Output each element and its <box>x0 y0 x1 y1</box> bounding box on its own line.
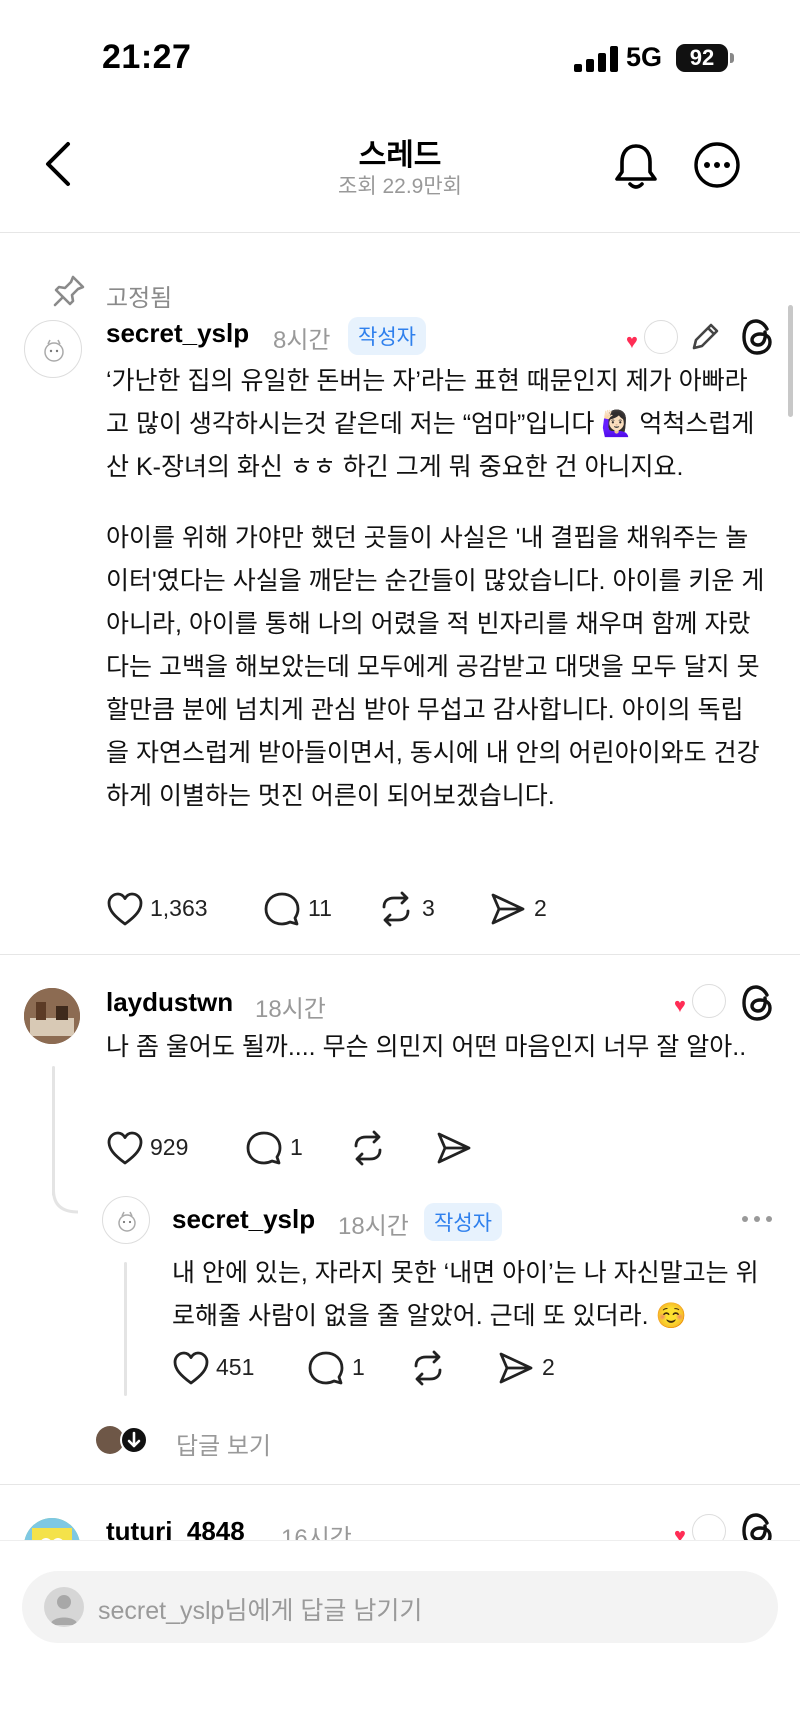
threads-logo-icon[interactable] <box>740 318 776 356</box>
avatar[interactable] <box>24 988 80 1044</box>
post-time: 8시간 <box>273 327 331 354</box>
like-count: 451 <box>216 1354 255 1380</box>
notification-button[interactable] <box>612 140 660 192</box>
post-username[interactable]: secret_yslp <box>106 318 249 349</box>
signal-icon <box>574 46 624 72</box>
comment-icon <box>246 1131 282 1165</box>
heart-outline-icon <box>173 1351 209 1385</box>
author-liked-badge: ♥ <box>674 984 732 1020</box>
reply-time: 18시간 <box>338 1213 409 1240</box>
heart-outline-icon <box>107 1131 143 1165</box>
arrow-down-icon <box>120 1426 148 1454</box>
avatar-illustration <box>44 339 64 362</box>
view-replies-label: 답글 보기 <box>176 1433 271 1460</box>
header-divider <box>0 232 800 233</box>
bell-icon <box>615 144 657 189</box>
send-icon <box>499 1352 533 1384</box>
repost-button[interactable] <box>350 1128 390 1168</box>
view-replies-button[interactable]: 답글 보기 <box>96 1424 296 1460</box>
comment-button[interactable]: 1 <box>246 1128 316 1168</box>
share-button[interactable]: 2 <box>498 1348 568 1388</box>
edit-pencil-icon[interactable] <box>688 320 722 354</box>
more-dots-icon[interactable] <box>740 1214 774 1224</box>
post-paragraph-2: 아이를 위해 가야만 했던 곳들이 사실은 '내 결핍을 채워주는 놀이터'였다… <box>106 524 765 810</box>
author-badge: 작성자 <box>348 317 426 355</box>
reply-input[interactable]: secret_yslp님에게 답글 남기기 <box>22 1571 778 1643</box>
like-count: 1,363 <box>150 895 208 921</box>
page-title: 스레드 <box>358 139 442 172</box>
avatar[interactable] <box>102 1196 150 1244</box>
battery-icon: 92 <box>676 44 728 72</box>
status-time: 21:27 <box>102 38 192 76</box>
reply-body: 내 안에 있는, 자라지 못한 ‘내면 아이’는 나 자신말고는 위로해줄 사람… <box>172 1259 759 1330</box>
user-avatar-icon <box>44 1587 84 1627</box>
heart-icon: ♥ <box>626 331 638 353</box>
view-count: 조회 22.9만회 <box>338 175 462 198</box>
threads-logo-icon[interactable] <box>740 984 776 1022</box>
share-count: 2 <box>542 1354 555 1380</box>
repost-button[interactable]: 3 <box>378 889 448 929</box>
share-button[interactable]: 2 <box>490 889 560 929</box>
comment-actions: 929 1 <box>106 1128 486 1168</box>
comment-username[interactable]: laydustwn <box>106 987 233 1018</box>
author-liked-badge: ♥ <box>626 320 684 356</box>
scrollbar[interactable] <box>788 305 793 417</box>
heart-icon: ♥ <box>674 995 686 1017</box>
comment-icon <box>308 1351 344 1385</box>
like-button[interactable]: 451 <box>172 1348 272 1388</box>
battery-tip <box>730 53 734 63</box>
avatar-photo <box>24 988 80 1044</box>
mini-avatar <box>692 984 726 1018</box>
reply-actions: 451 1 2 <box>172 1348 572 1388</box>
post-body: ‘가난한 집의 유일한 돈버는 자’라는 표현 때문인지 제가 아빠라고 많이 … <box>106 360 766 846</box>
repost-icon <box>354 1130 382 1166</box>
repost-button[interactable] <box>410 1348 450 1388</box>
comment-divider <box>0 1484 800 1485</box>
thread-line <box>124 1262 127 1396</box>
reply-username[interactable]: secret_yslp <box>172 1204 315 1235</box>
repost-icon <box>414 1350 442 1386</box>
comment-count: 1 <box>290 1134 303 1160</box>
like-count: 929 <box>150 1134 189 1160</box>
comment-button[interactable]: 1 <box>308 1348 378 1388</box>
thread-curve <box>52 1190 79 1214</box>
post-paragraph-1: ‘가난한 집의 유일한 돈버는 자’라는 표현 때문인지 제가 아빠라고 많이 … <box>106 367 755 481</box>
comment-time: 18시간 <box>255 996 326 1023</box>
share-button[interactable] <box>436 1128 476 1168</box>
comment-icon <box>264 892 300 926</box>
pinned-label: 고정됨 <box>106 285 173 312</box>
post-actions: 1,363 11 3 2 <box>106 889 606 929</box>
avatar-illustration <box>118 1211 136 1232</box>
pin-icon <box>53 275 85 307</box>
like-button[interactable]: 929 <box>106 1128 206 1168</box>
comment-body: 나 좀 울어도 될까.... 무슨 의민지 어떤 마음인지 너무 잘 알아.. <box>106 1033 747 1061</box>
repost-count: 3 <box>422 895 435 921</box>
heart-outline-icon <box>107 892 143 926</box>
network-label: 5G <box>626 42 663 72</box>
comment-count: 1 <box>352 1354 365 1380</box>
author-badge: 작성자 <box>424 1203 502 1241</box>
comment-count: 11 <box>308 895 332 921</box>
repost-icon <box>382 891 410 927</box>
send-icon <box>437 1132 471 1164</box>
share-count: 2 <box>534 895 547 921</box>
more-options-button[interactable] <box>692 140 742 190</box>
avatar[interactable] <box>24 320 82 378</box>
send-icon <box>491 893 525 925</box>
mini-avatar <box>644 320 678 354</box>
like-button[interactable]: 1,363 <box>106 889 216 929</box>
status-bar: 21:27 5G 92 <box>0 0 800 110</box>
thread-line <box>52 1066 55 1196</box>
reply-placeholder: secret_yslp님에게 답글 남기기 <box>98 1597 423 1625</box>
more-icon <box>694 142 740 188</box>
reply-composer: secret_yslp님에게 답글 남기기 <box>0 1540 800 1734</box>
comment-button[interactable]: 11 <box>264 889 334 929</box>
post-divider <box>0 954 800 955</box>
header: 스레드 조회 22.9만회 <box>0 110 800 228</box>
